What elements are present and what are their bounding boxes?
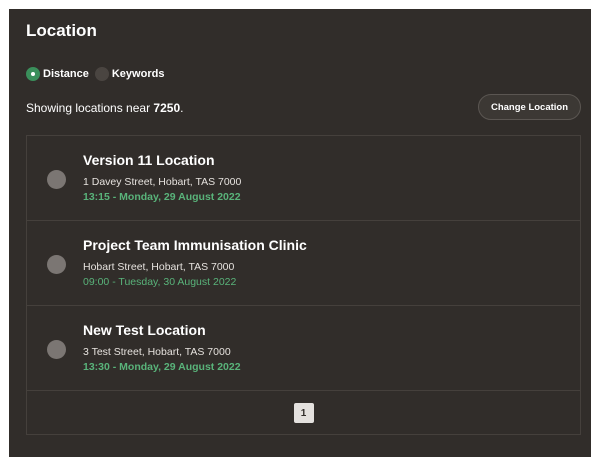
radio-option-keywords[interactable]: Keywords xyxy=(94,67,165,81)
search-mode-radio-group: Distance Keywords xyxy=(26,65,170,83)
location-name: Project Team Immunisation Clinic xyxy=(83,237,307,253)
location-time: 13:30 - Monday, 29 August 2022 xyxy=(83,361,241,373)
location-list: Version 11 Location 1 Davey Street, Hoba… xyxy=(26,135,581,435)
radio-label-keywords: Keywords xyxy=(111,68,165,80)
location-name: New Test Location xyxy=(83,322,206,338)
radio-unselected-icon[interactable] xyxy=(94,67,109,81)
pagination: 1 xyxy=(27,392,580,434)
page-button-current[interactable]: 1 xyxy=(293,403,314,423)
radio-label-distance: Distance xyxy=(43,68,89,80)
location-item[interactable]: Project Team Immunisation Clinic Hobart … xyxy=(27,221,580,306)
location-time: 13:15 - Monday, 29 August 2022 xyxy=(83,191,241,203)
location-address: Hobart Street, Hobart, TAS 7000 xyxy=(83,261,235,273)
location-address: 1 Davey Street, Hobart, TAS 7000 xyxy=(83,176,242,188)
showing-suffix: . xyxy=(180,101,184,115)
radio-selected-icon[interactable] xyxy=(26,67,40,81)
location-item[interactable]: New Test Location 3 Test Street, Hobart,… xyxy=(27,306,580,391)
location-radio-icon[interactable] xyxy=(47,170,66,189)
location-name: Version 11 Location xyxy=(83,152,215,168)
showing-prefix: Showing locations near xyxy=(26,101,154,115)
location-radio-icon[interactable] xyxy=(47,340,66,359)
location-time: 09:00 - Tuesday, 30 August 2022 xyxy=(83,276,237,288)
postcode-value: 7250 xyxy=(153,101,181,115)
location-radio-icon[interactable] xyxy=(47,255,66,274)
location-address: 3 Test Street, Hobart, TAS 7000 xyxy=(83,346,231,358)
location-panel: Location Distance Keywords Showing locat… xyxy=(9,9,591,457)
change-location-button[interactable]: Change Location xyxy=(478,94,581,120)
radio-option-distance[interactable]: Distance xyxy=(26,67,89,81)
location-item[interactable]: Version 11 Location 1 Davey Street, Hoba… xyxy=(27,136,580,221)
showing-locations-text: Showing locations near 7250. xyxy=(26,101,183,115)
panel-title: Location xyxy=(26,21,97,40)
